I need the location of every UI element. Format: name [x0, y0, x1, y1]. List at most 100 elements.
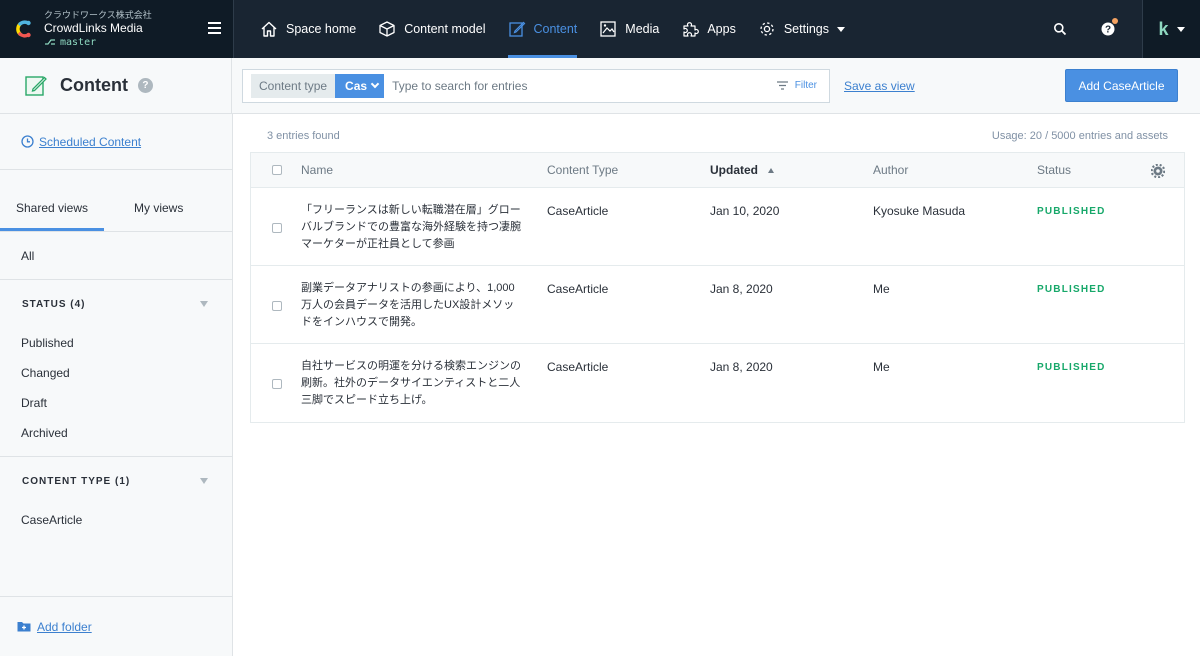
content-type-filter-value: Cas [345, 78, 368, 93]
entries-count: 3 entries found [267, 130, 340, 142]
entries-panel: 3 entries found Usage: 20 / 5000 entries… [233, 114, 1200, 656]
entry-author: Me [873, 360, 890, 374]
status-badge: PUBLISHED [1037, 284, 1106, 295]
chevron-down-icon [370, 79, 380, 89]
space-switcher[interactable]: クラウドワークス株式会社 CrowdLinks Media master [0, 0, 234, 58]
save-as-view-link[interactable]: Save as view [844, 79, 915, 93]
scheduled-content-link[interactable]: Scheduled Content [0, 114, 232, 170]
content-edit-icon [25, 75, 47, 96]
status-folder: STATUS (4) Published Changed Draft Archi… [0, 280, 232, 457]
svg-text:?: ? [1105, 25, 1111, 36]
scheduled-content-label: Scheduled Content [39, 134, 142, 149]
collapse-icon[interactable] [200, 301, 208, 307]
account-menu[interactable]: k [1142, 0, 1200, 58]
entry-name: 「フリーランスは新しい転職潜在層」グローバルブランドでの豊富な海外経験を持つ凄腕… [301, 204, 521, 250]
column-header-content-type[interactable]: Content Type [547, 163, 618, 177]
image-icon [600, 21, 616, 37]
add-entry-button[interactable]: Add CaseArticle [1065, 69, 1178, 102]
view-archived[interactable]: Archived [0, 418, 232, 448]
content-type-folder: CONTENT TYPE (1) CaseArticle [0, 457, 232, 535]
view-draft[interactable]: Draft [0, 388, 232, 418]
filter-button[interactable]: Filter [776, 80, 817, 91]
chevron-down-icon [837, 26, 845, 32]
row-checkbox[interactable] [272, 223, 282, 233]
help-button[interactable]: ? [1084, 0, 1132, 58]
status-folder-header[interactable]: STATUS (4) [0, 280, 232, 328]
entry-updated: Jan 8, 2020 [710, 360, 773, 374]
branch-icon [45, 39, 55, 45]
row-checkbox[interactable] [272, 301, 282, 311]
nav-content[interactable]: Content [507, 0, 578, 58]
select-all-checkbox[interactable] [272, 165, 282, 175]
column-header-author[interactable]: Author [873, 163, 908, 177]
search-icon [1054, 23, 1067, 36]
nav-apps[interactable]: Apps [681, 0, 736, 58]
view-changed[interactable]: Changed [0, 358, 232, 388]
nav-label: Media [625, 22, 660, 36]
nav-space-home[interactable]: Space home [260, 0, 356, 58]
status-badge: PUBLISHED [1037, 362, 1106, 373]
entry-author: Me [873, 282, 890, 296]
entry-search-bar: Content type Cas Filter [242, 68, 830, 103]
entry-content-type: CaseArticle [547, 282, 609, 296]
column-header-status[interactable]: Status [1037, 163, 1071, 177]
view-published[interactable]: Published [0, 328, 232, 358]
column-header-updated[interactable]: Updated [710, 163, 774, 177]
folder-plus-icon [17, 622, 31, 632]
chevron-down-icon [1176, 26, 1185, 32]
folder-title: CONTENT TYPE (1) [22, 475, 131, 487]
tab-my-views[interactable]: My views [134, 195, 183, 231]
help-icon: ? [1101, 22, 1115, 36]
gear-icon[interactable] [1151, 164, 1165, 178]
status-badge: PUBLISHED [1037, 206, 1106, 217]
content-type-filter-select[interactable]: Cas [335, 73, 385, 98]
content-type-folder-header[interactable]: CONTENT TYPE (1) [0, 457, 232, 505]
nav-settings[interactable]: Settings [758, 0, 845, 58]
environment-label: master [44, 36, 152, 50]
top-right-tools: ? k [1036, 0, 1200, 58]
entry-updated: Jan 8, 2020 [710, 282, 773, 296]
entry-name: 副業データアナリストの参画により、1,000万人の会員データを活用したUX設計メ… [301, 282, 515, 328]
column-header-name[interactable]: Name [301, 163, 333, 177]
views-sidebar: Scheduled Content Shared views My views … [0, 114, 233, 656]
nav-label: Content model [404, 22, 486, 36]
content-type-filter-label: Content type [251, 73, 336, 98]
usage-info: Usage: 20 / 5000 entries and assets [991, 130, 1168, 142]
entry-updated: Jan 10, 2020 [710, 204, 780, 218]
row-checkbox[interactable] [272, 379, 282, 389]
contentful-logo-icon [16, 20, 31, 38]
collapse-icon[interactable] [200, 478, 208, 484]
table-row[interactable]: 副業データアナリストの参画により、1,000万人の会員データを活用したUX設計メ… [251, 266, 1184, 344]
search-input[interactable] [384, 78, 776, 93]
table-row[interactable]: 自社サービスの明運を分ける検索エンジンの刷新。社外のデータサイエンティストと二人… [251, 344, 1184, 422]
top-navigation-bar: クラウドワークス株式会社 CrowdLinks Media master Spa… [0, 0, 1200, 58]
help-icon[interactable]: ? [137, 78, 153, 93]
menu-icon[interactable] [208, 22, 221, 34]
column-label: Updated [710, 163, 758, 177]
clock-icon [21, 135, 34, 148]
search-button[interactable] [1036, 0, 1084, 58]
table-row[interactable]: 「フリーランスは新しい転職潜在層」グローバルブランドでの豊富な海外経験を持つ凄腕… [251, 188, 1184, 266]
gear-icon [760, 22, 774, 36]
edit-icon [508, 21, 525, 37]
nav-media[interactable]: Media [599, 0, 659, 58]
entry-content-type: CaseArticle [547, 360, 609, 374]
entries-table: Name Content Type Updated Author Status … [250, 152, 1185, 423]
view-casearticle[interactable]: CaseArticle [0, 505, 232, 535]
entry-author: Kyosuke Masuda [873, 204, 966, 218]
view-tabs: Shared views My views [0, 170, 232, 232]
entry-content-type: CaseArticle [547, 204, 609, 218]
notification-dot [1112, 18, 1118, 24]
entry-name: 自社サービスの明運を分ける検索エンジンの刷新。社外のデータサイエンティストと二人… [301, 360, 521, 406]
organization-name: クラウドワークス株式会社 [44, 9, 152, 20]
nav-content-model[interactable]: Content model [378, 0, 486, 58]
nav-label: Space home [286, 22, 357, 36]
space-name: CrowdLinks Media [44, 20, 143, 35]
tab-shared-views[interactable]: Shared views [0, 195, 104, 231]
view-all[interactable]: All [0, 232, 232, 280]
add-folder-link[interactable]: Add folder [0, 596, 232, 656]
filter-icon [776, 81, 788, 90]
house-icon [261, 21, 277, 37]
nav-label: Content [533, 22, 578, 36]
content-header: Content ? Content type Cas Filter Save a… [0, 57, 1200, 114]
